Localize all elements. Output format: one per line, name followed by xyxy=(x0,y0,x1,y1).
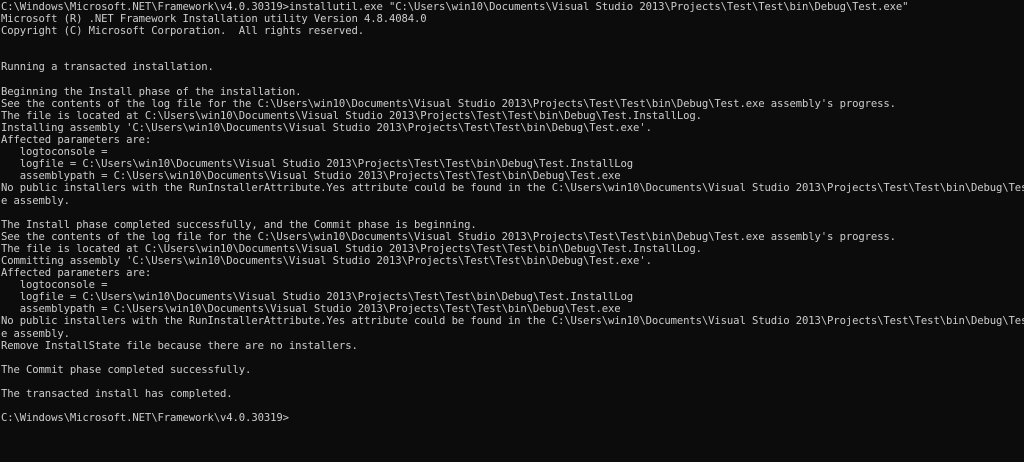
console-line: e assembly. xyxy=(1,194,70,207)
console-line: The Install phase completed successfully… xyxy=(1,218,477,231)
console-line: See the contents of the log file for the… xyxy=(1,230,896,243)
console-line: logfile = C:\Users\win10\Documents\Visua… xyxy=(1,291,634,304)
console-line: logfile = C:\Users\win10\Documents\Visua… xyxy=(1,158,634,171)
command-prompt-line[interactable]: C:\Windows\Microsoft.NET\Framework\v4.0.… xyxy=(1,412,1024,424)
console-output: C:\Windows\Microsoft.NET\Framework\v4.0.… xyxy=(1,1,1024,424)
console-line: No public installers with the RunInstall… xyxy=(1,182,1024,195)
console-line: logtoconsole = xyxy=(1,146,108,159)
console-line: The file is located at C:\Users\win10\Do… xyxy=(1,242,702,255)
console-line: See the contents of the log file for the… xyxy=(1,97,896,110)
console-line: No public installers with the RunInstall… xyxy=(1,315,1024,328)
console-line: Committing assembly 'C:\Users\win10\Docu… xyxy=(1,254,652,267)
console-line: assemblypath = C:\Users\win10\Documents\… xyxy=(1,303,621,316)
console-line: Copyright (C) Microsoft Corporation. All… xyxy=(1,25,364,38)
console-line: Remove InstallState file because there a… xyxy=(1,339,358,352)
console-line: e assembly. xyxy=(1,327,70,340)
command-prompt: C:\Windows\Microsoft.NET\Framework\v4.0.… xyxy=(1,412,289,425)
console-line: Beginning the Install phase of the insta… xyxy=(1,85,302,98)
console-line: logtoconsole = xyxy=(1,279,108,292)
input-cursor[interactable] xyxy=(289,412,296,423)
console-line: Affected parameters are: xyxy=(1,267,152,280)
console-line: The file is located at C:\Users\win10\Do… xyxy=(1,109,702,122)
console-line: The Commit phase completed successfully. xyxy=(1,363,252,376)
console-line: C:\Windows\Microsoft.NET\Framework\v4.0.… xyxy=(1,1,909,13)
console-line: assemblypath = C:\Users\win10\Documents\… xyxy=(1,170,621,183)
console-line: Microsoft (R) .NET Framework Installatio… xyxy=(1,13,427,26)
console-window[interactable]: C:\Windows\Microsoft.NET\Framework\v4.0.… xyxy=(0,0,1024,462)
console-line: The transacted install has completed. xyxy=(1,388,233,400)
console-line: Affected parameters are: xyxy=(1,134,152,147)
console-line: Running a transacted installation. xyxy=(1,61,214,74)
console-line: Installing assembly 'C:\Users\win10\Docu… xyxy=(1,121,652,134)
